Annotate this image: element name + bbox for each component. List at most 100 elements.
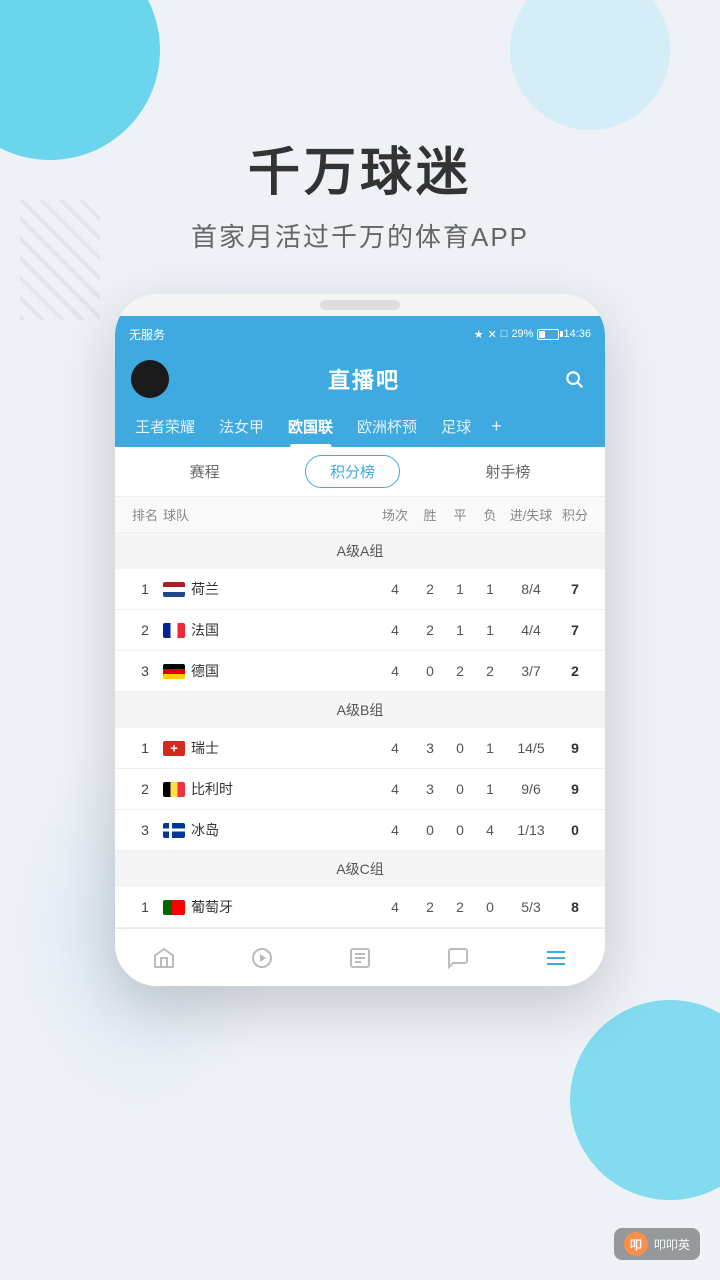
cell-win: 2 xyxy=(415,899,445,915)
group-header-0: A级A组 xyxy=(115,533,605,569)
cell-lose: 0 xyxy=(475,899,505,915)
team-name: 法国 xyxy=(191,620,219,640)
cell-rank: 2 xyxy=(127,781,163,797)
cell-lose: 1 xyxy=(475,781,505,797)
col-header-points: 积分 xyxy=(557,505,593,524)
battery-icon xyxy=(537,329,559,340)
team-name: 冰岛 xyxy=(191,820,219,840)
group-header-2: A级C组 xyxy=(115,851,605,887)
app-logo[interactable] xyxy=(131,360,169,398)
search-button[interactable] xyxy=(559,364,589,394)
nav-tab-euro-qual[interactable]: 欧洲杯预 xyxy=(345,406,429,447)
status-bluetooth-icon: ★ xyxy=(474,328,484,341)
cell-team: 荷兰 xyxy=(163,579,375,599)
table-row[interactable]: 3 德国 4 0 2 2 3/7 2 xyxy=(115,651,605,692)
cell-draw: 2 xyxy=(445,663,475,679)
nav-tab-nations-league[interactable]: 欧国联 xyxy=(276,406,345,447)
cell-draw: 0 xyxy=(445,822,475,838)
standings-table: 排名 球队 场次 胜 平 负 进/失球 积分 A级A组 1 荷兰 4 2 1 1… xyxy=(115,497,605,928)
cell-rank: 1 xyxy=(127,581,163,597)
table-row[interactable]: 2 法国 4 2 1 1 4/4 7 xyxy=(115,610,605,651)
cell-points: 7 xyxy=(557,581,593,597)
team-flag xyxy=(163,900,185,915)
table-row[interactable]: 1 葡萄牙 4 2 2 0 5/3 8 xyxy=(115,887,605,928)
cell-win: 2 xyxy=(415,622,445,638)
team-flag xyxy=(163,623,185,638)
nav-tab-add-button[interactable]: + xyxy=(483,406,510,447)
bottom-nav-mine[interactable] xyxy=(507,929,605,986)
col-header-matches: 场次 xyxy=(375,505,415,524)
status-bar: 无服务 ★ ✕ □ 29% 14:36 xyxy=(115,316,605,352)
cell-lose: 1 xyxy=(475,622,505,638)
status-right-group: ★ ✕ □ 29% 14:36 xyxy=(474,328,591,341)
cell-team: 葡萄牙 xyxy=(163,897,375,917)
cell-goals: 3/7 xyxy=(505,663,557,679)
phone-mockup: 无服务 ★ ✕ □ 29% 14:36 直播吧 xyxy=(115,294,605,986)
cell-matches: 4 xyxy=(375,822,415,838)
team-flag xyxy=(163,823,185,838)
hero-subtitle: 首家月活过千万的体育APP xyxy=(0,217,720,254)
cell-team: 法国 xyxy=(163,620,375,640)
nav-tabs: 王者荣耀 法女甲 欧国联 欧洲杯预 足球 + xyxy=(115,406,605,447)
cell-goals: 8/4 xyxy=(505,581,557,597)
phone-mockup-wrapper: 无服务 ★ ✕ □ 29% 14:36 直播吧 xyxy=(0,294,720,986)
table-row[interactable]: 1 荷兰 4 2 1 1 8/4 7 xyxy=(115,569,605,610)
bottom-nav xyxy=(115,928,605,986)
cell-win: 2 xyxy=(415,581,445,597)
team-name: 瑞士 xyxy=(191,738,219,758)
team-name: 葡萄牙 xyxy=(191,897,233,917)
table-row[interactable]: 3 冰岛 4 0 0 4 1/13 0 xyxy=(115,810,605,851)
cell-rank: 3 xyxy=(127,663,163,679)
team-flag xyxy=(163,782,185,797)
col-header-goals: 进/失球 xyxy=(505,505,557,524)
col-header-draw: 平 xyxy=(445,505,475,524)
status-time: 14:36 xyxy=(563,328,591,340)
sub-tab-scorers[interactable]: 射手榜 xyxy=(461,456,554,487)
cell-matches: 4 xyxy=(375,740,415,756)
table-body: A级A组 1 荷兰 4 2 1 1 8/4 7 2 法国 4 2 1 1 4/4… xyxy=(115,533,605,928)
app-header: 直播吧 xyxy=(115,352,605,406)
cell-points: 2 xyxy=(557,663,593,679)
group-header-1: A级B组 xyxy=(115,692,605,728)
cell-draw: 1 xyxy=(445,581,475,597)
team-flag xyxy=(163,741,185,756)
team-name: 荷兰 xyxy=(191,579,219,599)
watermark-text: 叩叩英 xyxy=(654,1236,690,1253)
phone-notch xyxy=(320,300,400,310)
bottom-nav-message[interactable] xyxy=(409,929,507,986)
cell-draw: 0 xyxy=(445,740,475,756)
hero-title: 千万球迷 xyxy=(0,130,720,205)
team-name: 德国 xyxy=(191,661,219,681)
table-row[interactable]: 1 瑞士 4 3 0 1 14/5 9 xyxy=(115,728,605,769)
battery-fill xyxy=(539,331,544,338)
cell-win: 0 xyxy=(415,822,445,838)
team-flag xyxy=(163,582,185,597)
bottom-nav-news[interactable] xyxy=(311,929,409,986)
cell-matches: 4 xyxy=(375,781,415,797)
cell-team: 德国 xyxy=(163,661,375,681)
bg-decoration-circle-br xyxy=(570,1000,720,1200)
cell-points: 7 xyxy=(557,622,593,638)
sub-tab-schedule[interactable]: 赛程 xyxy=(166,456,244,487)
nav-tab-french-league[interactable]: 法女甲 xyxy=(207,406,276,447)
cell-goals: 1/13 xyxy=(505,822,557,838)
cell-lose: 1 xyxy=(475,581,505,597)
cell-team: 冰岛 xyxy=(163,820,375,840)
cell-rank: 2 xyxy=(127,622,163,638)
cell-rank: 1 xyxy=(127,899,163,915)
phone-top-bar xyxy=(115,294,605,316)
hero-section: 千万球迷 首家月活过千万的体育APP xyxy=(0,0,720,294)
nav-tab-football[interactable]: 足球 xyxy=(429,406,483,447)
bottom-nav-video[interactable] xyxy=(213,929,311,986)
nav-tab-wangzhe[interactable]: 王者荣耀 xyxy=(123,406,207,447)
status-wifi-icon: ✕ xyxy=(488,328,497,341)
app-title: 直播吧 xyxy=(328,363,400,395)
team-flag xyxy=(163,664,185,679)
table-row[interactable]: 2 比利时 4 3 0 1 9/6 9 xyxy=(115,769,605,810)
sub-tab-standings[interactable]: 积分榜 xyxy=(305,455,400,488)
cell-lose: 2 xyxy=(475,663,505,679)
cell-matches: 4 xyxy=(375,622,415,638)
watermark-inner: 叩 叩叩英 xyxy=(614,1228,700,1260)
col-header-rank: 排名 xyxy=(127,505,163,524)
bottom-nav-home[interactable] xyxy=(115,929,213,986)
